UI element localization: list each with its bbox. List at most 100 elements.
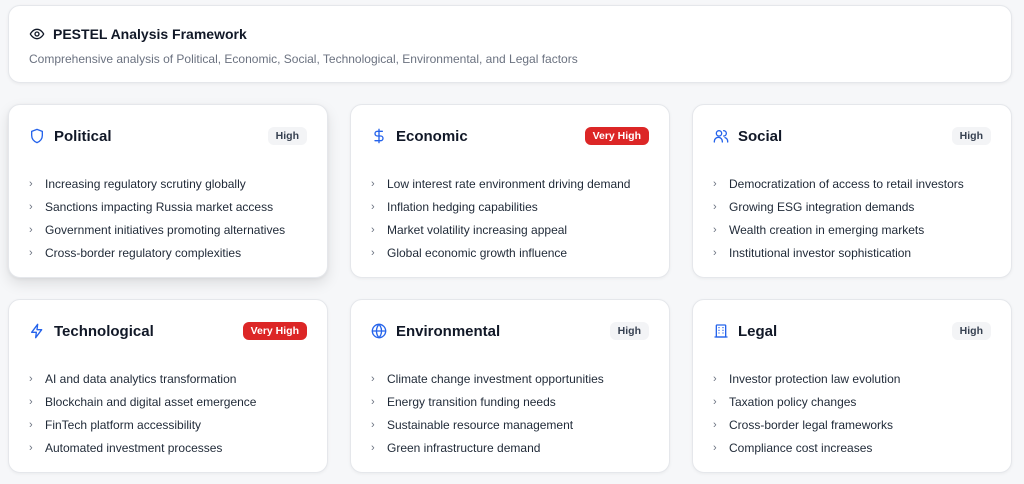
list-item: › Energy transition funding needs [371,390,653,413]
building-icon [713,323,729,339]
chevron-right-icon: › [371,395,375,408]
page-title: PESTEL Analysis Framework [53,26,247,42]
impact-badge: High [267,127,307,145]
list-item-text: Wealth creation in emerging markets [729,222,925,237]
list-item-text: Compliance cost increases [729,440,873,455]
list-item-text: Government initiatives promoting alterna… [45,222,286,237]
chevron-right-icon: › [713,223,717,236]
chevron-right-icon: › [29,441,33,454]
factor-list: › AI and data analytics transformation › B… [29,367,311,459]
list-item-text: Sustainable resource management [387,417,574,432]
factor-list: › Democratization of access to retail inv… [713,172,995,264]
chevron-right-icon: › [29,246,33,259]
chevron-right-icon: › [713,177,717,190]
card-title: Technological [54,322,154,340]
list-item-text: Green infrastructure demand [387,440,541,455]
list-item: › Sanctions impacting Russia market acces… [29,195,311,218]
card-environmental[interactable]: Environmental High › Climate change inves… [350,299,670,473]
list-item: › Government initiatives promoting altern… [29,218,311,241]
chevron-right-icon: › [29,223,33,236]
list-item: › Sustainable resource management [371,413,653,436]
list-item: › AI and data analytics transformation [29,367,311,390]
chevron-right-icon: › [29,200,33,213]
card-legal[interactable]: Legal High › Investor protection law evol… [692,299,1012,473]
shield-icon [29,128,45,144]
factor-list: › Climate change investment opportunities… [371,367,653,459]
chevron-right-icon: › [713,395,717,408]
list-item-text: AI and data analytics transformation [45,371,237,386]
list-item: › Market volatility increasing appeal [371,218,653,241]
factor-list: › Low interest rate environment driving d… [371,172,653,264]
factor-list: › Increasing regulatory scrutiny globally… [29,172,311,264]
chevron-right-icon: › [371,177,375,190]
chevron-right-icon: › [371,441,375,454]
list-item-text: Climate change investment opportunities [387,371,604,386]
list-item-text: Low interest rate environment driving de… [387,176,631,191]
list-item-text: Institutional investor sophistication [729,245,912,260]
impact-badge: High [951,127,991,145]
card-social[interactable]: Social High › Democratization of access t… [692,104,1012,278]
list-item-text: Energy transition funding needs [387,394,556,409]
users-icon [713,128,729,144]
list-item: › Low interest rate environment driving d… [371,172,653,195]
page-subtitle: Comprehensive analysis of Political, Eco… [29,52,578,66]
chevron-right-icon: › [713,418,717,431]
card-header: Political High [29,125,307,147]
list-item: › Green infrastructure demand [371,436,653,459]
list-item: › Taxation policy changes [713,390,995,413]
card-title: Social [738,127,783,145]
list-item: › Cross-border legal frameworks [713,413,995,436]
card-title: Legal [738,322,778,340]
chevron-right-icon: › [371,223,375,236]
list-item: › Investor protection law evolution [713,367,995,390]
header-card: PESTEL Analysis Framework Comprehensive … [8,5,1012,83]
list-item-text: Global economic growth influence [387,245,568,260]
card-technological[interactable]: Technological Very High › AI and data ana… [8,299,328,473]
card-title: Economic [396,127,468,145]
dollar-icon [371,128,387,144]
list-item: › Increasing regulatory scrutiny globally [29,172,311,195]
factor-list: › Investor protection law evolution › Taxa… [713,367,995,459]
chevron-right-icon: › [29,395,33,408]
card-header: Legal High [713,320,991,342]
list-item-text: Blockchain and digital asset emergence [45,394,257,409]
list-item-text: Sanctions impacting Russia market access [45,199,274,214]
list-item: › Democratization of access to retail inv… [713,172,995,195]
list-item: › Institutional investor sophistication [713,241,995,264]
chevron-right-icon: › [713,372,717,385]
list-item: › Compliance cost increases [713,436,995,459]
list-item: › Wealth creation in emerging markets [713,218,995,241]
list-item: › Climate change investment opportunities [371,367,653,390]
header-title-row: PESTEL Analysis Framework [29,26,247,42]
list-item-text: Cross-border legal frameworks [729,417,894,432]
list-item-text: Growing ESG integration demands [729,199,915,214]
list-item-text: Increasing regulatory scrutiny globally [45,176,246,191]
chevron-right-icon: › [371,418,375,431]
chevron-right-icon: › [371,200,375,213]
chevron-right-icon: › [29,418,33,431]
list-item: › Inflation hedging capabilities [371,195,653,218]
card-political[interactable]: Political High › Increasing regulatory sc… [8,104,328,278]
card-economic[interactable]: Economic Very High › Low interest rate en… [350,104,670,278]
impact-badge: Very High [584,127,649,145]
list-item-text: Cross-border regulatory complexities [45,245,242,260]
list-item-text: FinTech platform accessibility [45,417,202,432]
list-item-text: Automated investment processes [45,440,223,455]
chevron-right-icon: › [371,246,375,259]
list-item: › Cross-border regulatory complexities [29,241,311,264]
list-item-text: Taxation policy changes [729,394,857,409]
chevron-right-icon: › [29,177,33,190]
list-item-text: Democratization of access to retail inve… [729,176,964,191]
impact-badge: High [951,322,991,340]
list-item-text: Market volatility increasing appeal [387,222,568,237]
chevron-right-icon: › [713,200,717,213]
chevron-right-icon: › [713,246,717,259]
card-header: Environmental High [371,320,649,342]
card-header: Social High [713,125,991,147]
list-item: › FinTech platform accessibility [29,413,311,436]
chevron-right-icon: › [371,372,375,385]
list-item: › Global economic growth influence [371,241,653,264]
list-item: › Automated investment processes [29,436,311,459]
chevron-right-icon: › [29,372,33,385]
eye-icon [29,26,45,42]
